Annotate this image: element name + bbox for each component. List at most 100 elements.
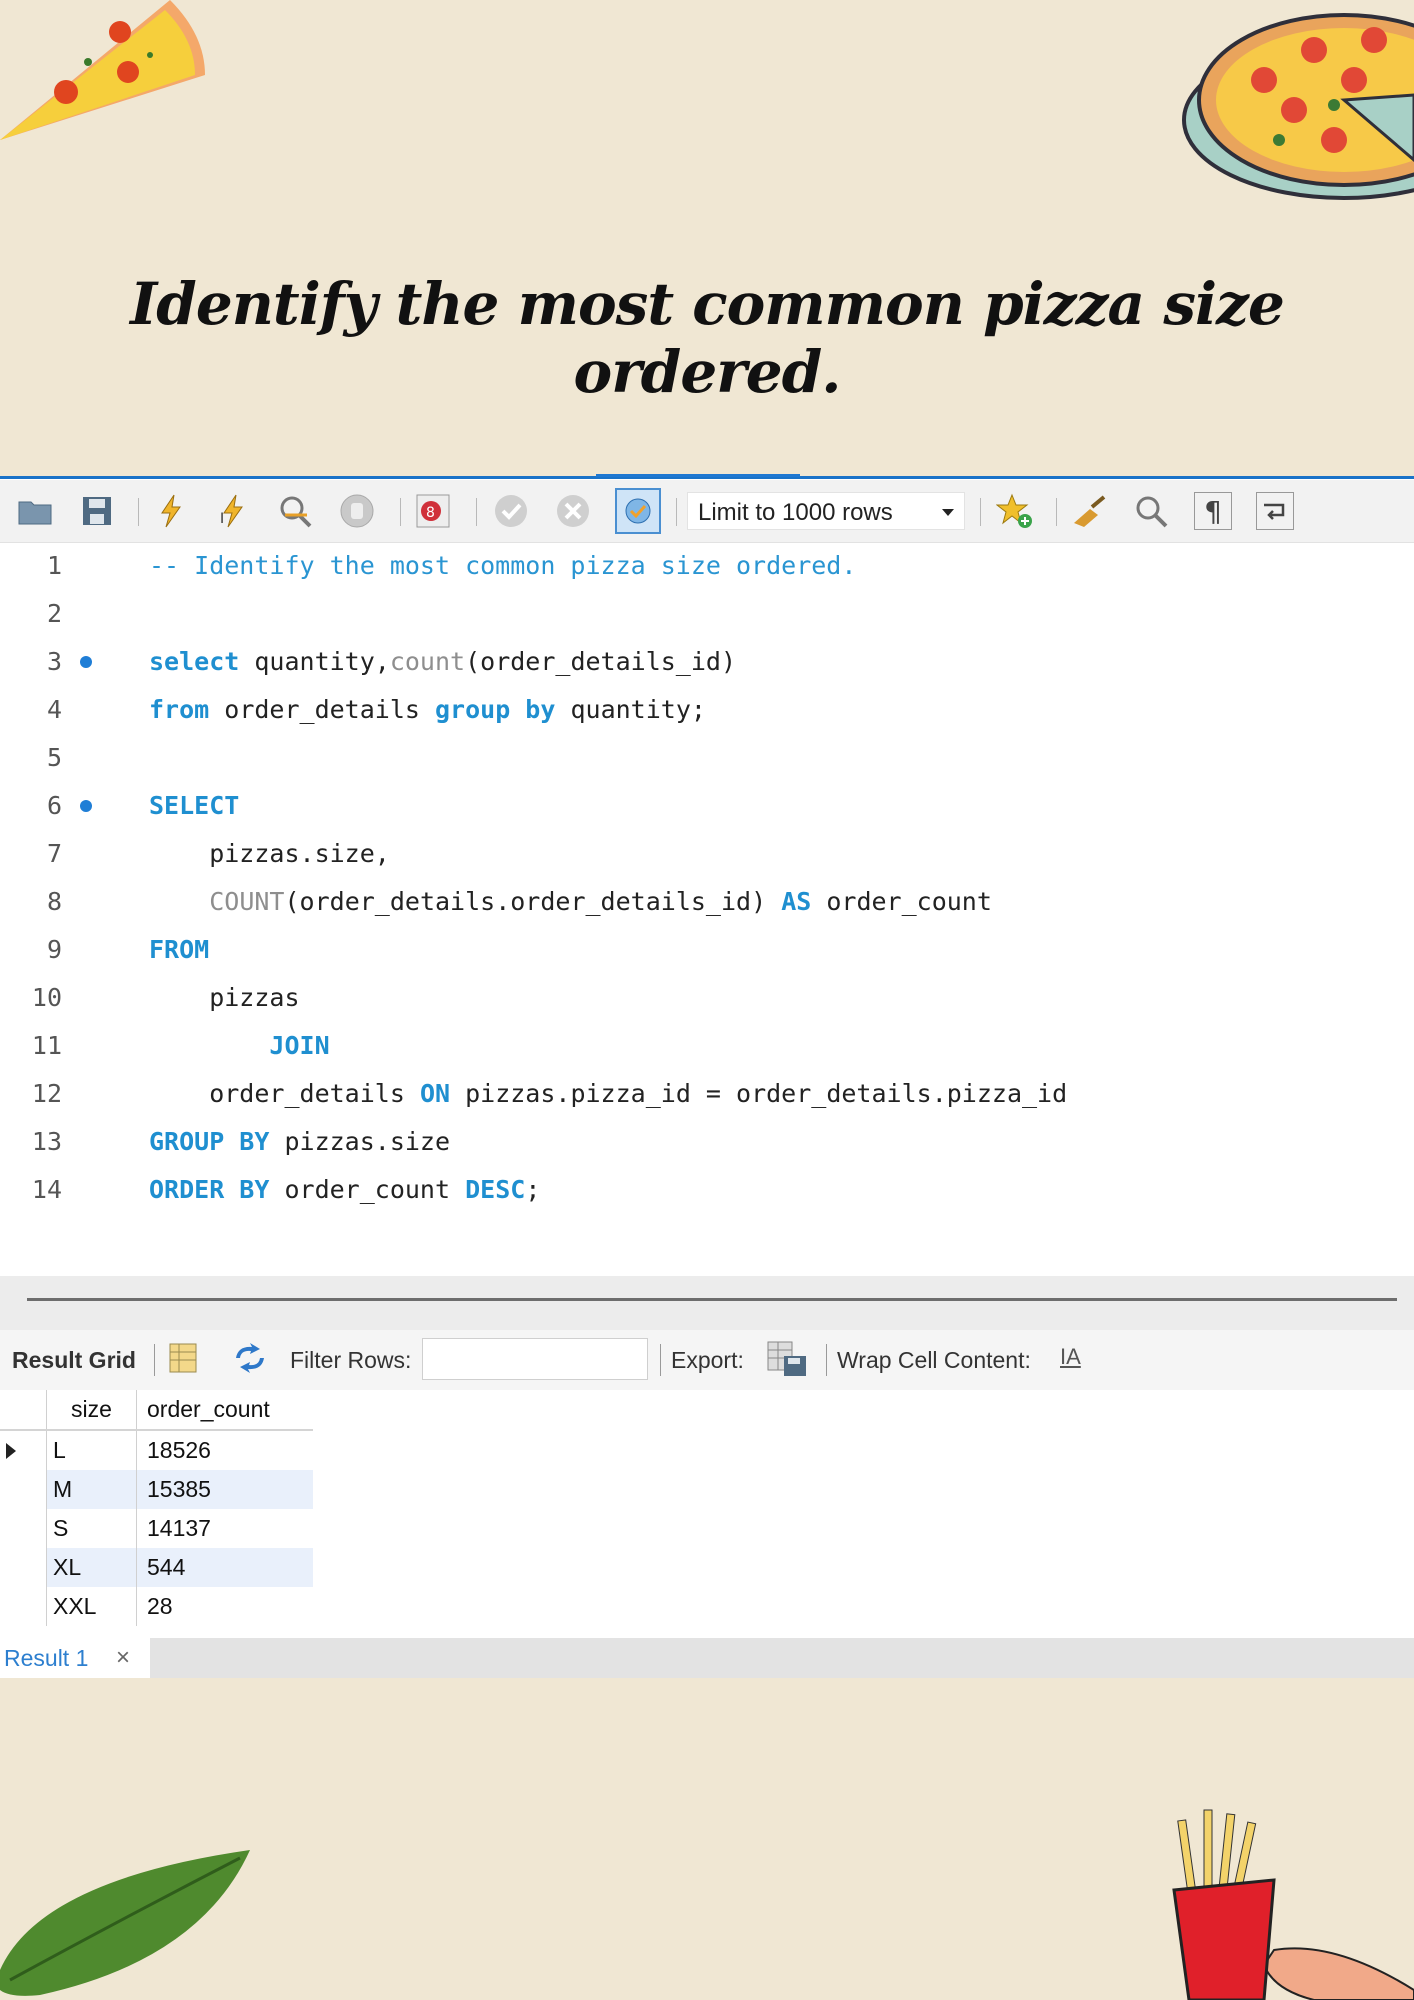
editor-toolbar: I 8 Limit to 1000 rows ¶ — [0, 480, 1414, 543]
filter-rows-input[interactable] — [422, 1338, 648, 1380]
cell-size[interactable]: S — [47, 1509, 137, 1548]
find-icon[interactable] — [1132, 492, 1170, 530]
row-selector[interactable] — [0, 1548, 47, 1587]
table-row[interactable]: XXL 28 — [0, 1587, 313, 1626]
line-number: 14 — [31, 1175, 62, 1204]
limit-rows-select[interactable]: Limit to 1000 rows — [687, 492, 965, 530]
line-number: 7 — [46, 839, 62, 868]
cell-order-count[interactable]: 15385 — [137, 1470, 313, 1509]
line-number: 2 — [46, 599, 62, 628]
autocommit-icon[interactable] — [615, 488, 661, 534]
panel-splitter[interactable] — [0, 1276, 1414, 1334]
statement-marker-icon — [80, 656, 92, 668]
cell-order-count[interactable]: 18526 — [137, 1431, 313, 1470]
save-icon[interactable] — [78, 492, 116, 530]
chevron-down-icon — [942, 509, 954, 516]
toolbar-separator — [980, 498, 981, 526]
invisible-chars-icon[interactable]: ¶ — [1194, 492, 1232, 530]
form-editor-icon[interactable] — [168, 1342, 198, 1380]
line-number: 1 — [46, 551, 62, 580]
sql-comment: -- Identify the most common pizza size o… — [149, 551, 857, 580]
line-number: 9 — [46, 935, 62, 964]
line-number: 12 — [31, 1079, 62, 1108]
execute-current-icon[interactable]: I — [214, 492, 252, 530]
table-row[interactable]: M 15385 — [0, 1470, 313, 1509]
code-area[interactable]: 1 -- Identify the most common pizza size… — [0, 542, 1414, 1232]
open-folder-icon[interactable] — [16, 492, 54, 530]
splitter-handle[interactable] — [27, 1298, 1397, 1301]
cell-order-count[interactable]: 14137 — [137, 1509, 313, 1548]
sql-text: pizzas — [149, 983, 300, 1012]
add-snippet-icon[interactable] — [996, 492, 1034, 530]
toggle-error-icon[interactable]: 8 — [414, 492, 452, 530]
export-label: Export: — [671, 1347, 744, 1373]
cell-size[interactable]: M — [47, 1470, 137, 1509]
row-selector[interactable] — [0, 1587, 47, 1626]
cell-order-count[interactable]: 28 — [137, 1587, 313, 1626]
result-grid-tab[interactable]: Result Grid — [12, 1347, 136, 1374]
toolbar-separator — [660, 1344, 661, 1376]
cell-size[interactable]: XL — [47, 1548, 137, 1587]
toolbar-separator — [400, 498, 401, 526]
fries-illustration — [1172, 1809, 1414, 2000]
line-number: 13 — [31, 1127, 62, 1156]
code-line: 13 GROUP BY pizzas.size — [0, 1118, 1414, 1166]
cell-order-count[interactable]: 544 — [137, 1548, 313, 1587]
code-line: 2 — [0, 590, 1414, 638]
tab-result-1[interactable]: Result 1 × — [0, 1638, 150, 1678]
stop-icon[interactable] — [338, 492, 376, 530]
rollback-icon[interactable] — [554, 492, 592, 530]
table-row[interactable]: L 18526 — [0, 1431, 313, 1470]
row-selector[interactable] — [0, 1431, 47, 1470]
sql-statement: COUNT(order_details.order_details_id) AS… — [209, 887, 992, 916]
wrap-lines-icon[interactable] — [1256, 492, 1294, 530]
filter-rows-label: Filter Rows: — [290, 1347, 412, 1373]
toolbar-separator — [154, 1344, 155, 1376]
page-title: Identify the most common pizza size orde… — [130, 270, 1285, 406]
sql-text: pizzas.size, — [149, 839, 390, 868]
column-header-size[interactable]: size — [47, 1390, 137, 1429]
line-number: 4 — [46, 695, 62, 724]
code-line: 7 pizzas.size, — [0, 830, 1414, 878]
sql-statement: JOIN — [269, 1031, 330, 1060]
toolbar-separator — [1056, 498, 1057, 526]
limit-rows-value: Limit to 1000 rows — [698, 499, 893, 526]
line-number: 10 — [31, 983, 62, 1012]
row-selector[interactable] — [0, 1470, 47, 1509]
sql-statement: GROUP BY pizzas.size — [149, 1127, 451, 1156]
export-icon[interactable] — [766, 1340, 808, 1384]
row-selector[interactable] — [0, 1509, 47, 1548]
commit-icon[interactable] — [492, 492, 530, 530]
line-number: 8 — [46, 887, 62, 916]
whole-pizza-illustration — [1182, 13, 1414, 200]
svg-text:I: I — [220, 511, 224, 527]
tab-label: Result 1 — [4, 1645, 89, 1671]
explain-icon[interactable] — [276, 492, 314, 530]
active-tab-indicator — [596, 474, 800, 477]
table-row[interactable]: XL 544 — [0, 1548, 313, 1587]
leaf-illustration — [0, 1850, 250, 1996]
beautify-icon[interactable] — [1070, 492, 1108, 530]
result-tabs-bar: Result 1 × — [0, 1638, 1414, 1678]
column-header-order-count[interactable]: order_count — [137, 1390, 313, 1429]
sql-statement: select quantity,count(order_details_id) — [149, 647, 737, 676]
line-number: 5 — [46, 743, 62, 772]
sql-statement: ORDER BY order_count DESC; — [149, 1175, 541, 1204]
cell-size[interactable]: XXL — [47, 1587, 137, 1626]
line-number: 6 — [46, 791, 62, 820]
wrap-cell-icon[interactable]: IA — [1060, 1344, 1081, 1370]
table-row[interactable]: S 14137 — [0, 1509, 313, 1548]
sql-statement: order_details ON pizzas.pizza_id = order… — [149, 1079, 1068, 1108]
cell-size[interactable]: L — [47, 1431, 137, 1470]
svg-text:8: 8 — [426, 505, 435, 521]
close-icon[interactable]: × — [116, 1638, 130, 1678]
code-line: 5 — [0, 734, 1414, 782]
code-line: 9 FROM — [0, 926, 1414, 974]
code-line: 3 select quantity,count(order_details_id… — [0, 638, 1414, 686]
wrap-cell-label: Wrap Cell Content: — [837, 1347, 1031, 1373]
execute-icon[interactable] — [152, 492, 190, 530]
refresh-icon[interactable] — [230, 1342, 270, 1380]
toolbar-separator — [676, 498, 677, 526]
table-header: size order_count — [0, 1390, 313, 1431]
code-line: 10 pizzas — [0, 974, 1414, 1022]
